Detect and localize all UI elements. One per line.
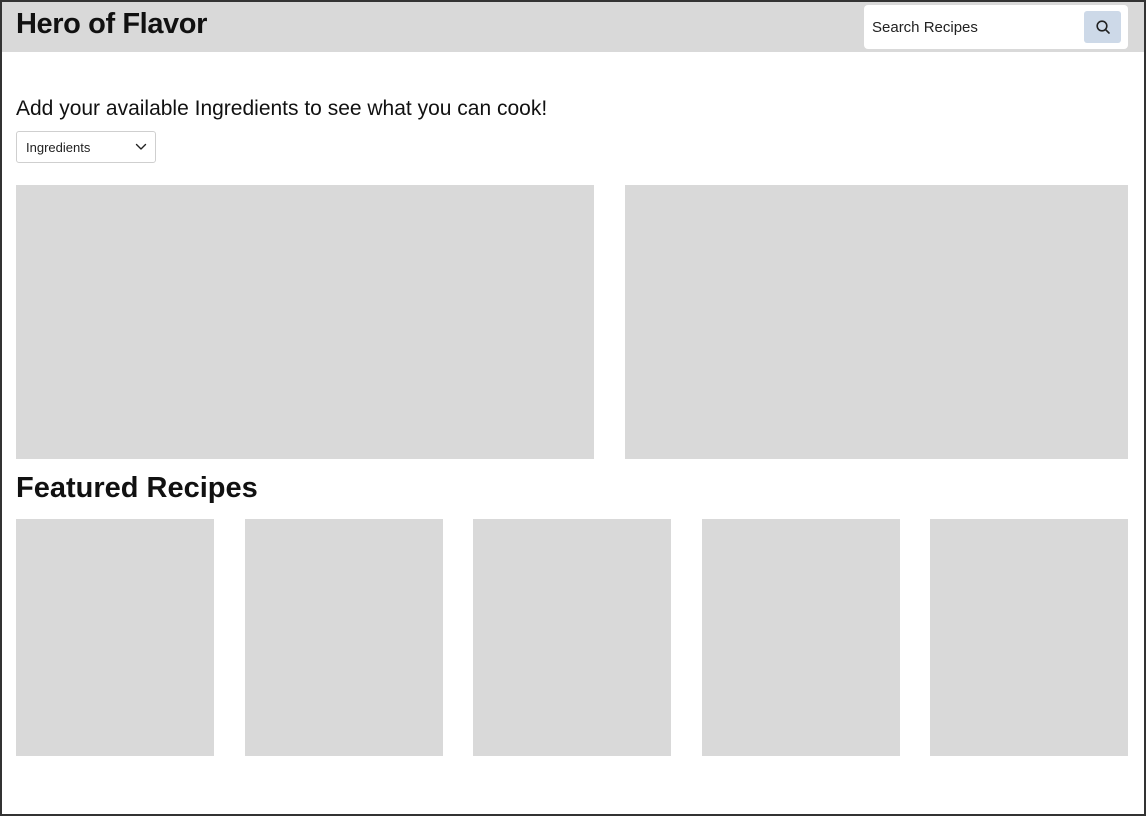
search-icon [1095, 20, 1110, 34]
app-title: Hero of Flavor [16, 8, 207, 40]
ingredients-prompt: Add your available Ingredients to see wh… [16, 97, 548, 120]
hero-image-right[interactable] [625, 185, 1128, 459]
search-box [864, 5, 1128, 49]
featured-recipe-card[interactable] [930, 519, 1128, 756]
search-button[interactable] [1084, 11, 1121, 43]
app-window: Hero of Flavor Add your available Ingred… [0, 0, 1146, 816]
featured-recipe-card[interactable] [473, 519, 671, 756]
featured-recipe-card[interactable] [702, 519, 900, 756]
ingredients-dropdown[interactable]: Ingredients [16, 131, 156, 163]
chevron-down-icon [135, 143, 147, 150]
ingredients-dropdown-label: Ingredients [26, 140, 91, 155]
hero-image-left[interactable] [16, 185, 594, 459]
search-input[interactable] [872, 13, 1072, 41]
featured-recipes-title: Featured Recipes [16, 472, 258, 504]
featured-recipe-card[interactable] [245, 519, 443, 756]
header-bar: Hero of Flavor [2, 2, 1144, 52]
featured-recipe-card[interactable] [16, 519, 214, 756]
